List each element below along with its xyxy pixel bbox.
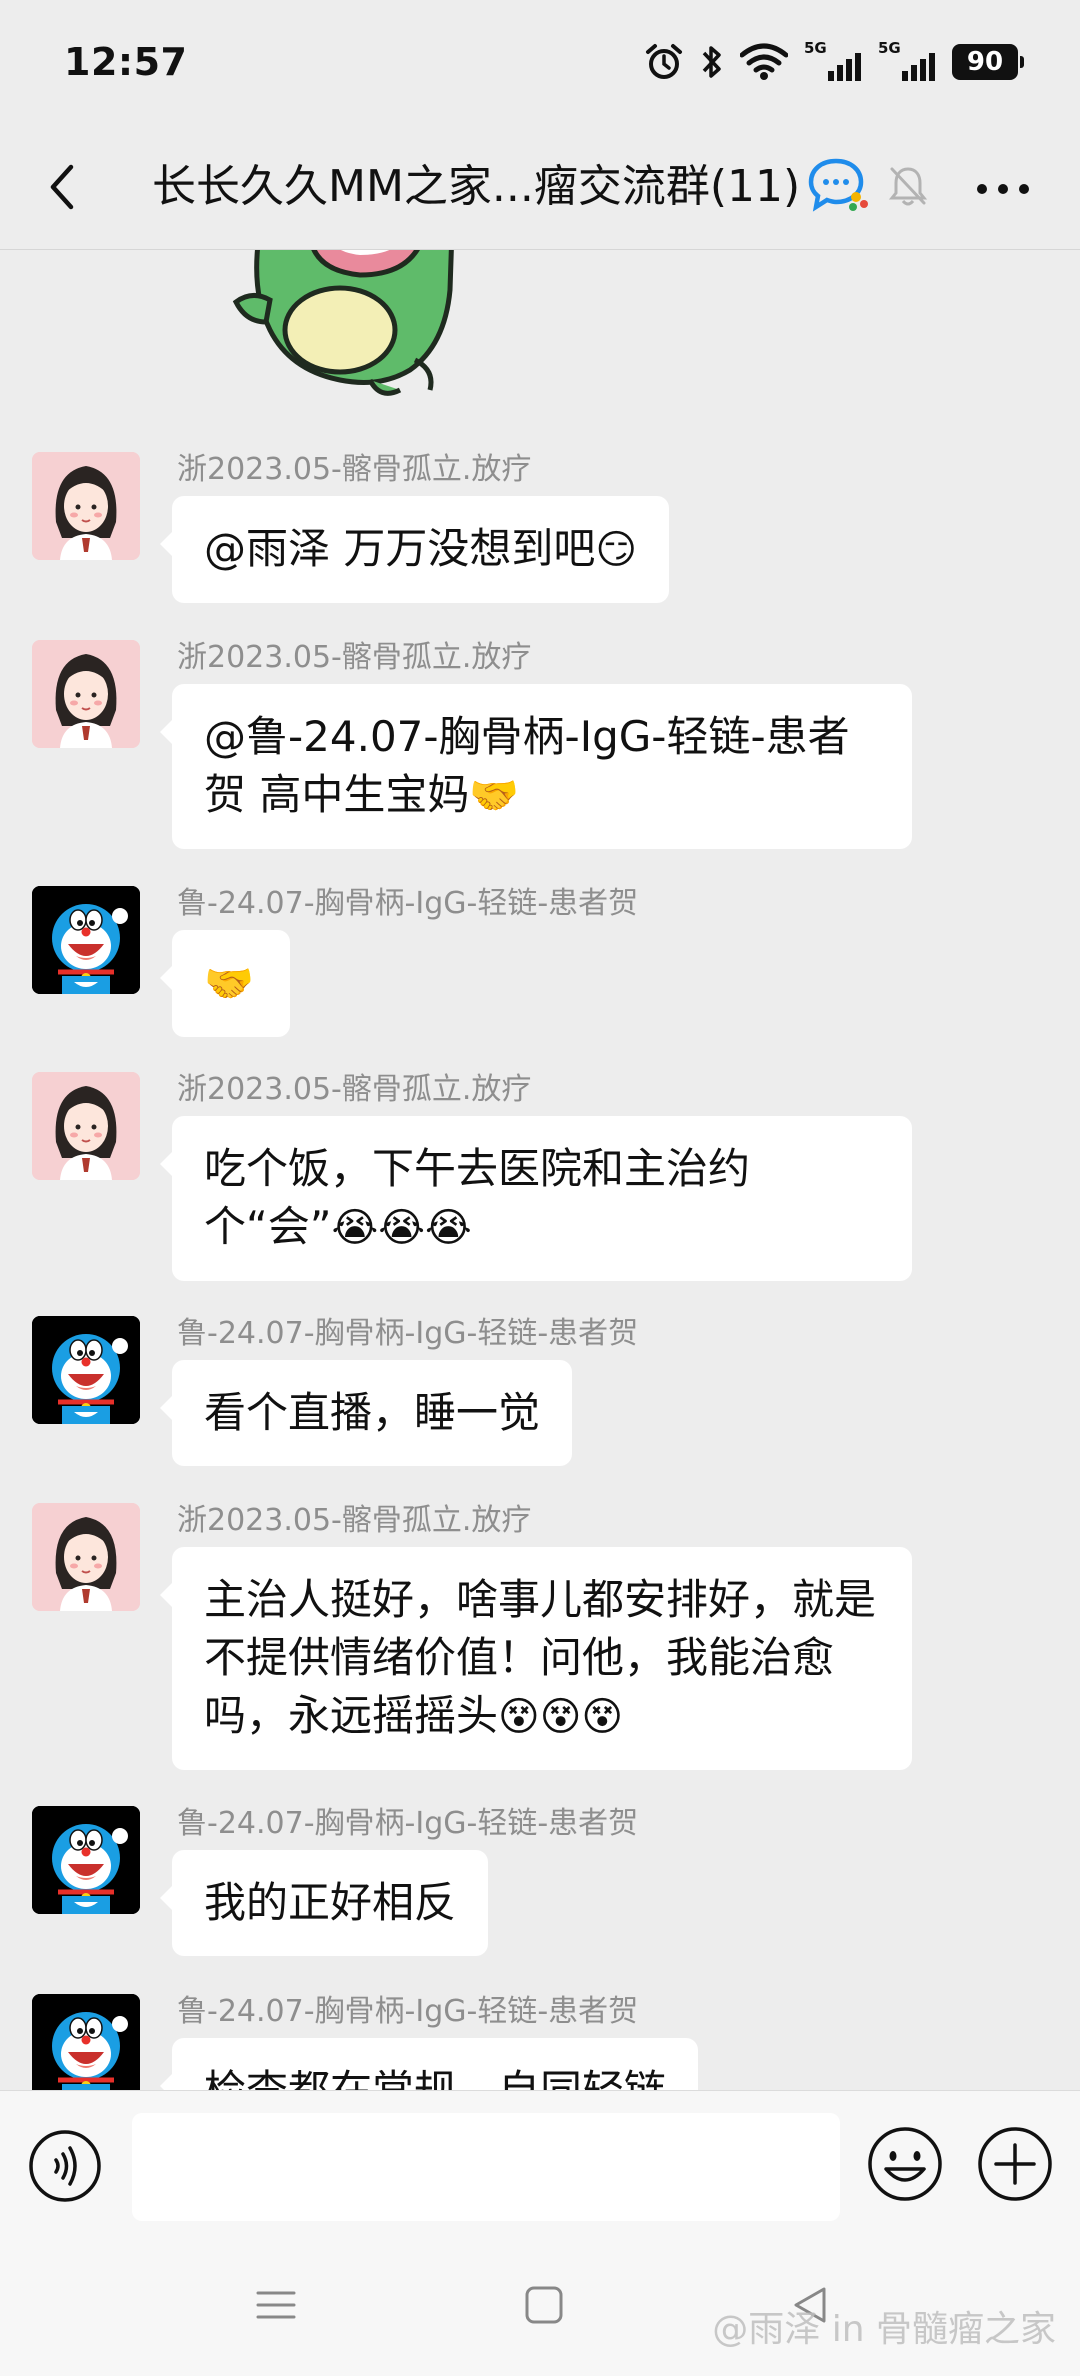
- message-text: 检查都在常规，自同轻链: [204, 2066, 666, 2090]
- girl-avatar[interactable]: [32, 1072, 140, 1180]
- message-bubble[interactable]: 吃个饭，下午去医院和主治约个“会”😭😭😭: [160, 1116, 912, 1281]
- girl-avatar[interactable]: [32, 640, 140, 748]
- home-button[interactable]: [524, 2285, 564, 2329]
- wifi-icon: [740, 43, 788, 80]
- network-label: 5G: [804, 39, 827, 57]
- message-bubble[interactable]: 🤝: [160, 930, 290, 1037]
- group-chat-icon[interactable]: [808, 157, 870, 217]
- handshake-emoji: 🤝: [469, 773, 520, 819]
- bell-muted-icon[interactable]: [886, 163, 930, 213]
- sender-name: 鲁-24.07-胸骨柄-IgG-轻链-患者贺: [177, 1806, 639, 1841]
- doraemon-avatar[interactable]: [32, 886, 140, 994]
- plus-button[interactable]: [976, 2125, 1054, 2207]
- bluetooth-icon: [702, 46, 721, 78]
- battery-indicator: 90: [952, 44, 1024, 80]
- sender-name: 鲁-24.07-胸骨柄-IgG-轻链-患者贺: [177, 1994, 639, 2029]
- status-icons: 5G 5G 90: [644, 40, 1024, 84]
- message-bubble[interactable]: 检查都在常规，自同轻链: [159, 2038, 699, 2090]
- sender-name: 浙2023.05-髂骨孤立.放疗: [177, 1072, 532, 1107]
- message-input[interactable]: [132, 2113, 840, 2221]
- doraemon-avatar[interactable]: [32, 1806, 140, 1914]
- menu-button[interactable]: [256, 2285, 296, 2329]
- voice-icon: [29, 2130, 101, 2202]
- back-button[interactable]: [30, 155, 94, 219]
- handshake-emoji: 🤝: [204, 961, 254, 1007]
- chevron-left-icon: [50, 164, 74, 210]
- watermark: @雨泽 in 骨髓瘤之家: [712, 2309, 1056, 2350]
- dinosaur-sticker[interactable]: [230, 250, 470, 404]
- status-time: 12:57: [64, 40, 188, 84]
- crying-emoji: 😭😭😭: [331, 1205, 472, 1251]
- dizzy-emoji: 😵😵😵: [498, 1694, 624, 1740]
- girl-avatar[interactable]: [32, 1503, 140, 1611]
- sender-name: 鲁-24.07-胸骨柄-IgG-轻链-患者贺: [177, 1316, 639, 1351]
- sender-name: 浙2023.05-髂骨孤立.放疗: [177, 452, 532, 487]
- chat-header: 长长久久MM之家...瘤交流群(11): [0, 125, 1080, 250]
- message-text: 我的正好相反: [204, 1878, 457, 1927]
- sender-name: 浙2023.05-髂骨孤立.放疗: [177, 640, 532, 675]
- chat-title: 长长久久MM之家...瘤交流群(11): [152, 161, 801, 212]
- signal-2: 5G: [878, 41, 936, 83]
- sender-name: 鲁-24.07-胸骨柄-IgG-轻链-患者贺: [177, 886, 639, 921]
- doraemon-avatar[interactable]: [32, 1994, 140, 2090]
- signal-icon: [902, 53, 935, 81]
- signal-icon: [828, 53, 861, 81]
- network-label-2: 5G: [878, 39, 901, 57]
- message-text: 吃个饭，下午去医院和主治约个“会”: [204, 1144, 751, 1251]
- message-bubble[interactable]: 主治人挺好，啥事儿都安排好，就是不提供情绪价值！问他，我能治愈吗，永远摇摇头😵😵…: [160, 1547, 912, 1770]
- plus-circle-icon: [978, 2127, 1052, 2201]
- doraemon-avatar[interactable]: [32, 1316, 140, 1424]
- more-button[interactable]: [968, 159, 1038, 219]
- message-bubble[interactable]: 看个直播，睡一觉: [159, 1360, 573, 1466]
- message-bubble[interactable]: 我的正好相反: [159, 1850, 489, 1956]
- more-dots-icon: [977, 184, 1029, 194]
- status-bar: 12:57 5G 5G 90: [0, 0, 1080, 125]
- input-bar: [0, 2090, 1080, 2235]
- menu-icon: [256, 2291, 296, 2319]
- message-bubble[interactable]: @雨泽 万万没想到吧😏: [159, 496, 670, 603]
- signal-1: 5G: [804, 41, 862, 83]
- girl-avatar[interactable]: [32, 452, 140, 560]
- message-text: @鲁-24.07-胸骨柄-IgG-轻链-患者贺 高中生宝妈: [204, 712, 850, 819]
- chat-area[interactable]: 浙2023.05-髂骨孤立.放疗 @雨泽 万万没想到吧😏 浙2023.05-髂骨…: [0, 250, 1080, 2090]
- emoji-button[interactable]: [866, 2125, 944, 2207]
- message-text: @雨泽 万万没想到吧: [204, 524, 596, 573]
- alarm-icon: [646, 44, 682, 79]
- voice-button[interactable]: [28, 2129, 102, 2207]
- message-bubble[interactable]: @鲁-24.07-胸骨柄-IgG-轻链-患者贺 高中生宝妈🤝: [160, 684, 912, 849]
- smiley-icon: [868, 2127, 942, 2201]
- message-text: 看个直播，睡一觉: [204, 1388, 541, 1437]
- smirk-emoji: 😏: [595, 527, 638, 573]
- square-home-icon: [525, 2286, 563, 2324]
- sender-name: 浙2023.05-髂骨孤立.放疗: [177, 1503, 532, 1538]
